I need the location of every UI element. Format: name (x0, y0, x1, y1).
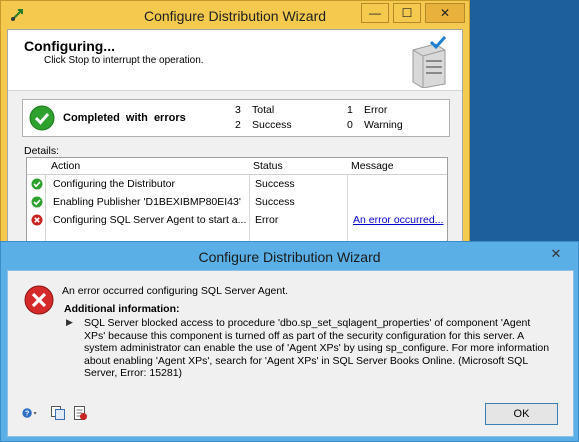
page-subtitle: Click Stop to interrupt the operation. (44, 55, 204, 66)
column-header-message[interactable]: Message (351, 160, 394, 172)
error-label: Error (364, 104, 388, 116)
page-title: Configuring... (24, 38, 115, 54)
grid-header: Action Status Message (27, 158, 447, 175)
error-detail-text: SQL Server blocked access to procedure '… (84, 317, 550, 379)
success-check-icon (29, 105, 55, 131)
dialog-body: An error occurred configuring SQL Server… (7, 270, 574, 437)
wizard-body: Configuring... Click Stop to interrupt t… (7, 29, 463, 261)
error-icon (24, 285, 54, 315)
success-icon (31, 196, 43, 208)
svg-text:?: ? (25, 409, 30, 418)
close-button[interactable]: ✕ (425, 3, 465, 23)
error-dialog: Configure Distribution Wizard ✕ An error… (0, 241, 579, 442)
row-action: Enabling Publisher 'D1BEXIBMP80EI43' (53, 196, 241, 208)
wizard-titlebar[interactable]: Configure Distribution Wizard — ☐ ✕ (1, 1, 469, 29)
expand-arrow-icon[interactable]: ▶ (66, 317, 73, 328)
dialog-close-button[interactable]: ✕ (541, 244, 571, 264)
maximize-button[interactable]: ☐ (393, 3, 421, 23)
additional-info-heading: Additional information: (64, 303, 180, 315)
success-icon (31, 178, 43, 190)
row-status: Error (255, 214, 279, 226)
column-header-status[interactable]: Status (253, 160, 283, 172)
completion-status: Completed with errors (63, 112, 186, 124)
error-message-link[interactable]: An error occurred... (353, 214, 443, 226)
server-checkmark-icon (412, 36, 447, 88)
status-summary: Completed with errors 3 Total 2 Success … (22, 99, 450, 137)
table-row[interactable]: Configuring the Distributor Success (27, 175, 447, 193)
minimize-button[interactable]: — (361, 3, 389, 23)
table-row[interactable]: Configuring SQL Server Agent to start a.… (27, 211, 447, 229)
wizard-header: Configuring... Click Stop to interrupt t… (8, 30, 462, 91)
success-label: Success (252, 119, 292, 131)
row-action: Configuring the Distributor (53, 178, 175, 190)
help-icon[interactable]: ? (22, 405, 38, 421)
error-count: 1 (347, 104, 353, 116)
row-action: Configuring SQL Server Agent to start a.… (53, 214, 247, 226)
error-message: An error occurred configuring SQL Server… (62, 285, 289, 297)
copy-icon[interactable] (50, 405, 66, 421)
warning-label: Warning (364, 119, 403, 131)
ok-button[interactable]: OK (485, 403, 558, 425)
success-count: 2 (235, 119, 241, 131)
wizard-content: Completed with errors 3 Total 2 Success … (8, 91, 462, 261)
details-label: Details: (24, 145, 60, 157)
column-header-action[interactable]: Action (51, 160, 80, 172)
technical-details-icon[interactable] (72, 405, 88, 421)
total-label: Total (252, 104, 275, 116)
warning-count: 0 (347, 119, 353, 131)
dialog-title: Configure Distribution Wizard (198, 249, 381, 265)
row-status: Success (255, 196, 295, 208)
total-count: 3 (235, 104, 241, 116)
error-icon (31, 214, 43, 226)
table-row[interactable]: Enabling Publisher 'D1BEXIBMP80EI43' Suc… (27, 193, 447, 211)
wizard-window: Configure Distribution Wizard — ☐ ✕ Conf… (0, 0, 470, 261)
row-status: Success (255, 178, 295, 190)
